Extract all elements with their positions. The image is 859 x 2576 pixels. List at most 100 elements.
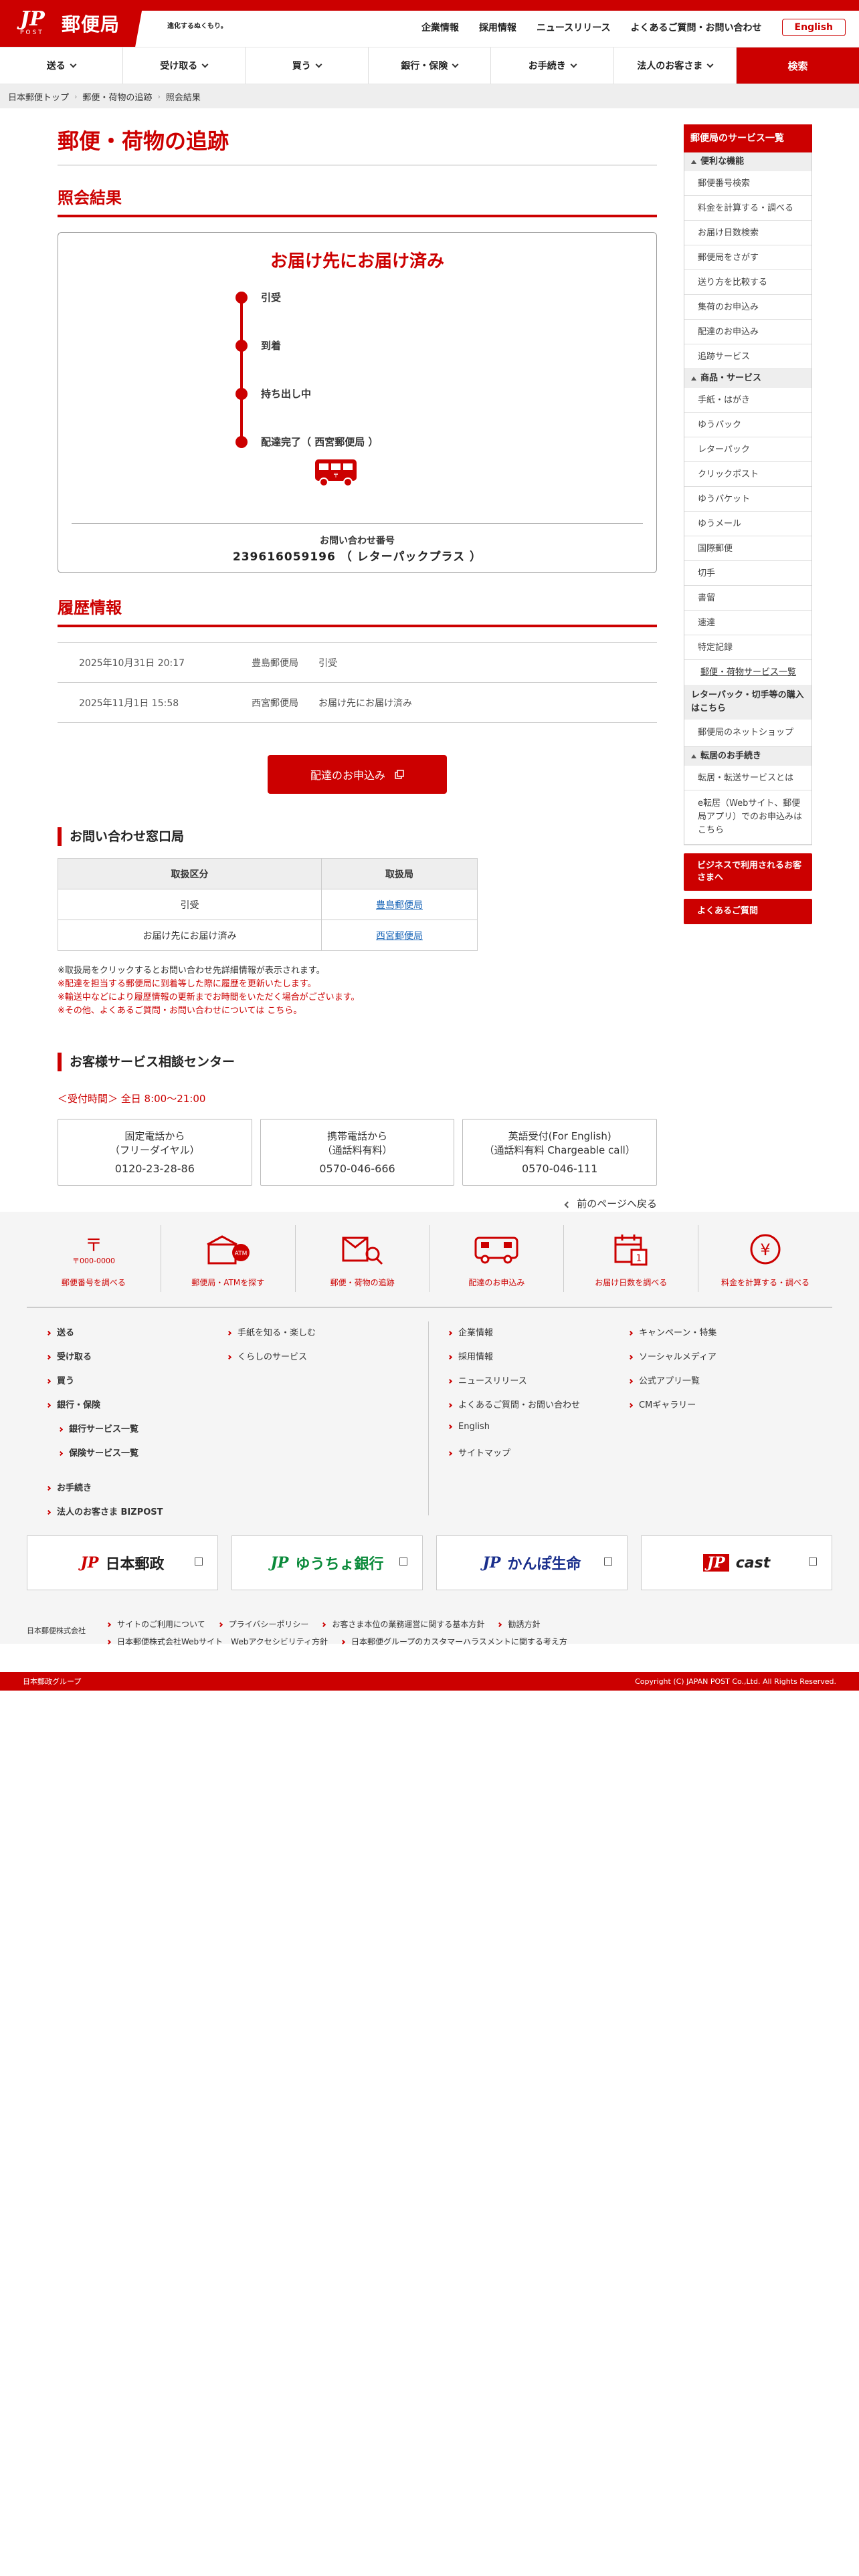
footer-link[interactable]: 公式アプリ一覧 <box>628 1374 717 1398</box>
sidebar-item[interactable]: ゆうパック <box>684 413 812 437</box>
sidebar-item[interactable]: 手紙・はがき <box>684 388 812 413</box>
sidebar-category[interactable]: 便利な機能 <box>684 152 812 171</box>
footer-link[interactable]: 受け取る <box>45 1350 163 1374</box>
site-logo[interactable]: JP POST 郵便局 <box>0 0 144 47</box>
footer-link[interactable]: 買う <box>45 1374 163 1398</box>
sidebar-item[interactable]: 郵便番号検索 <box>684 171 812 196</box>
note-faq-link[interactable]: ※その他、よくあるご質問・お問い合わせについては こちら。 <box>58 1004 657 1018</box>
sidebar-service-list-link[interactable]: 郵便・荷物サービス一覧 <box>684 660 812 685</box>
sidebar-item[interactable]: 郵便局をさがす <box>684 245 812 270</box>
footer-link[interactable]: サイトマップ <box>447 1446 580 1470</box>
sidebar-item[interactable]: ゆうパケット <box>684 487 812 512</box>
footer-policy-link[interactable]: 日本郵便グループのカスタマーハラスメントに関する考え方 <box>340 1636 567 1647</box>
business-button[interactable]: ビジネスで利用されるお客さまへ <box>684 853 812 891</box>
footer-delivery-request-link[interactable]: 配達のお申込み <box>430 1225 565 1292</box>
breadcrumb-tracking[interactable]: 郵便・荷物の追跡 <box>82 90 152 103</box>
delivery-request-button[interactable]: 配達のお申込み <box>268 755 447 794</box>
footer-link[interactable]: 企業情報 <box>447 1325 580 1350</box>
sidebar-item[interactable]: 転居・転送サービスとは <box>684 766 812 790</box>
chevron-left-icon <box>564 1201 571 1208</box>
footer-link[interactable]: くらしのサービス <box>226 1350 316 1374</box>
sidebar-category[interactable]: 商品・サービス <box>684 369 812 388</box>
banner-jp-cast[interactable]: JP cast <box>641 1535 832 1590</box>
top-link-faq[interactable]: よくあるご質問・お問い合わせ <box>631 21 762 34</box>
sidebar-item[interactable]: お届け日数検索 <box>684 221 812 245</box>
chevron-down-icon <box>70 61 77 68</box>
top-link-corporate[interactable]: 企業情報 <box>421 21 459 34</box>
footer-link[interactable]: 銀行・保険 <box>45 1398 163 1422</box>
sidebar-item[interactable]: 特定記録 <box>684 635 812 660</box>
back-link[interactable]: 前のページへ戻る <box>58 1196 657 1210</box>
top-link-recruit[interactable]: 採用情報 <box>479 21 516 34</box>
footer-link[interactable]: よくあるご質問・お問い合わせ <box>447 1398 580 1422</box>
footer-link[interactable]: お手続き <box>45 1481 163 1505</box>
footer-policy-link[interactable]: サイトのご利用について <box>106 1618 205 1630</box>
footer-delivery-days-link[interactable]: 1 お届け日数を調べる <box>564 1225 699 1292</box>
footer-link[interactable]: ソーシャルメディア <box>628 1350 717 1374</box>
footer-link[interactable]: 採用情報 <box>447 1350 580 1374</box>
footer-policy-link[interactable]: 勧誘方針 <box>497 1618 540 1630</box>
footer-fee-calc-link[interactable]: ¥ 料金を計算する・調べる <box>698 1225 832 1292</box>
banner-yucho-bank[interactable]: JP ゆうちょ銀行 <box>231 1535 423 1590</box>
chevron-down-icon <box>315 61 322 68</box>
phone-number[interactable]: 0570-046-666 <box>319 1162 395 1176</box>
sidebar-item[interactable]: レターパック <box>684 437 812 462</box>
sidebar-item[interactable]: 国際郵便 <box>684 536 812 561</box>
sidebar-item[interactable]: 集荷のお申込み <box>684 295 812 320</box>
nav-business[interactable]: 法人のお客さま <box>614 47 737 84</box>
result-box: お届け先にお届け済み 引受 到着 持ち出し中 配達完了（ 西宮郵便局 ） 〒 お… <box>58 232 657 573</box>
office-link[interactable]: 西宮郵便局 <box>376 931 423 942</box>
footer-postcode-link[interactable]: 〒〒000-0000 郵便番号を調べる <box>27 1225 161 1292</box>
sidebar-item[interactable]: 速達 <box>684 611 812 635</box>
footer-link[interactable]: ニュースリリース <box>447 1374 580 1398</box>
footer-link[interactable]: CMギャラリー <box>628 1398 717 1422</box>
footer-link[interactable]: 保険サービス一覧 <box>47 1446 163 1470</box>
history-status: お届け先にお届け済み <box>318 697 412 709</box>
sidebar-item[interactable]: 書留 <box>684 586 812 611</box>
history-table: 2025年10月31日 20:17 豊島郵便局 引受 2025年11月1日 15… <box>58 642 657 723</box>
nav-receive[interactable]: 受け取る <box>123 47 246 84</box>
divider <box>428 1321 429 1515</box>
external-link-icon <box>604 1558 612 1566</box>
faq-button[interactable]: よくあるご質問 <box>684 899 812 924</box>
nav-buy[interactable]: 買う <box>246 47 369 84</box>
sidebar-category[interactable]: 転居のお手続き <box>684 747 812 766</box>
tracking-icon <box>342 1237 383 1265</box>
sidebar-item[interactable]: クリックポスト <box>684 462 812 487</box>
nav-bank-insurance[interactable]: 銀行・保険 <box>369 47 491 84</box>
footer-link[interactable]: 銀行サービス一覧 <box>47 1422 163 1446</box>
breadcrumb-home[interactable]: 日本郵便トップ <box>8 90 69 103</box>
office-link[interactable]: 豊島郵便局 <box>376 900 423 911</box>
phone-number[interactable]: 0120-23-28-86 <box>115 1162 195 1176</box>
sidebar-item[interactable]: ゆうメール <box>684 512 812 536</box>
sidebar-item[interactable]: e転居（Webサイト、郵便局アプリ）でのお申込みはこちら <box>684 790 812 845</box>
footer-link[interactable]: 法人のお客さま BIZPOST <box>45 1505 163 1529</box>
nav-procedures[interactable]: お手続き <box>491 47 614 84</box>
english-button[interactable]: English <box>781 19 846 36</box>
banner-japan-post-holdings[interactable]: JP 日本郵政 <box>27 1535 218 1590</box>
breadcrumb-separator-icon: › <box>157 92 161 101</box>
banner-kampo-life[interactable]: JP かんぽ生命 <box>436 1535 628 1590</box>
sidebar-item[interactable]: 料金を計算する・調べる <box>684 196 812 221</box>
sidebar-category[interactable]: レターパック・切手等の購入はこちら <box>684 685 812 720</box>
footer-policy-link[interactable]: 日本郵便株式会社Webサイト Webアクセシビリティ方針 <box>106 1636 328 1647</box>
chevron-right-icon <box>628 1378 634 1384</box>
footer-link[interactable]: キャンペーン・特集 <box>628 1325 717 1350</box>
search-button[interactable]: 検索 <box>737 47 859 84</box>
top-link-news[interactable]: ニュースリリース <box>537 21 611 34</box>
sidebar-item[interactable]: 郵便局のネットショップ <box>684 720 812 747</box>
sidebar-item[interactable]: 切手 <box>684 561 812 586</box>
footer-policy-link[interactable]: お客さま本位の業務運営に関する基本方針 <box>321 1618 484 1630</box>
table-row: お届け先にお届け済み 西宮郵便局 <box>58 920 478 951</box>
footer-tracking-link[interactable]: 郵便・荷物の追跡 <box>296 1225 430 1292</box>
phone-number[interactable]: 0570-046-111 <box>522 1162 597 1176</box>
sidebar-item[interactable]: 送り方を比較する <box>684 270 812 295</box>
nav-send[interactable]: 送る <box>0 47 123 84</box>
sidebar-item[interactable]: 配達のお申込み <box>684 320 812 344</box>
footer-link[interactable]: English <box>447 1422 580 1446</box>
footer-link[interactable]: 手紙を知る・楽しむ <box>226 1325 316 1350</box>
footer-policy-link[interactable]: プライバシーポリシー <box>217 1618 308 1630</box>
footer-link[interactable]: 送る <box>45 1325 163 1350</box>
sidebar-item[interactable]: 追跡サービス <box>684 344 812 369</box>
footer-office-atm-link[interactable]: ATM 郵便局・ATMを探す <box>161 1225 296 1292</box>
